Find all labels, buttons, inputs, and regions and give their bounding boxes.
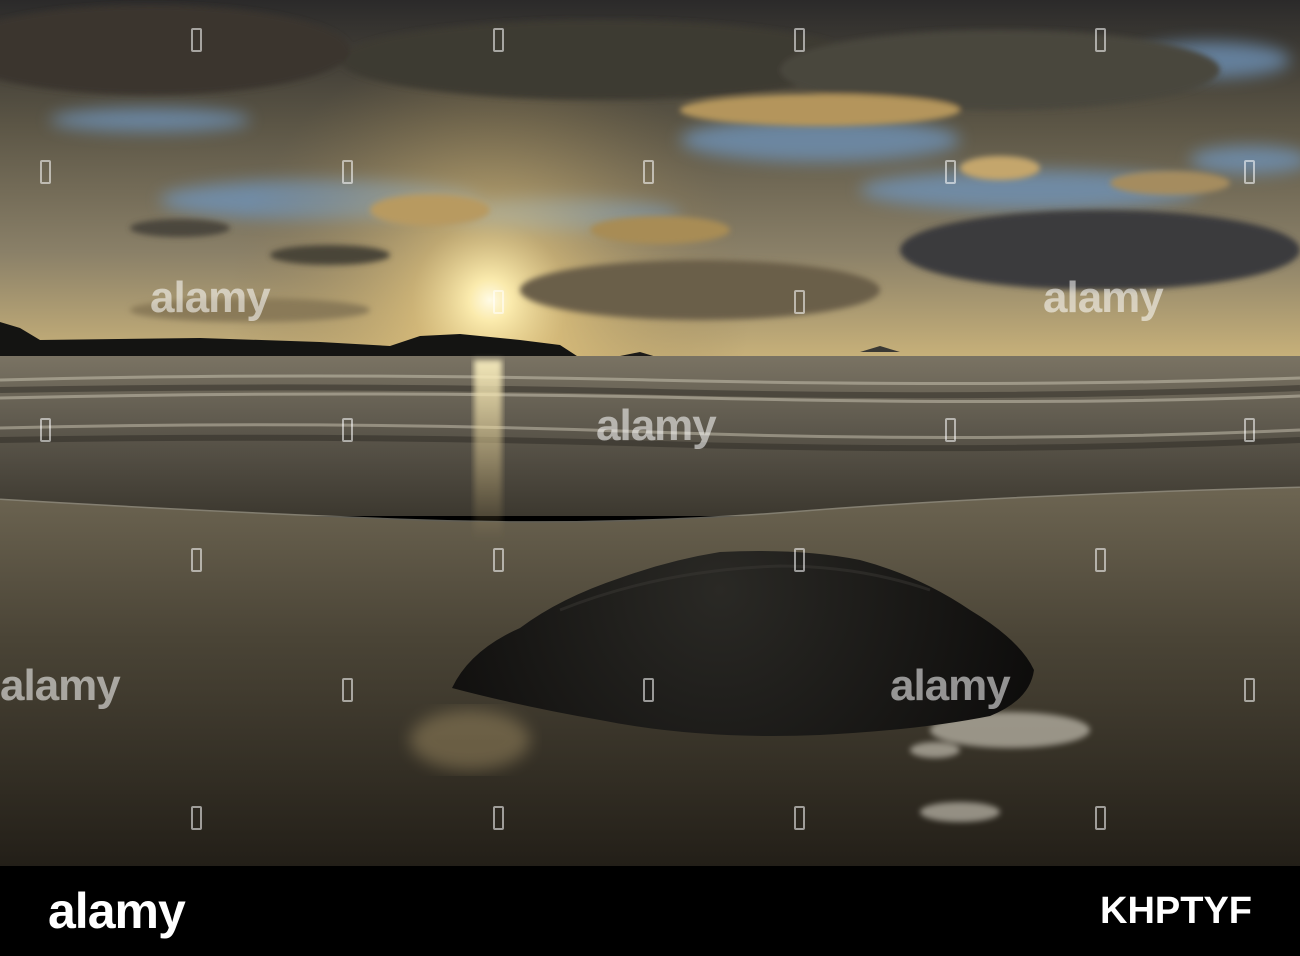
watermark-text: alamy xyxy=(0,661,121,710)
watermark-mark xyxy=(643,160,654,184)
watermark-text: alamy xyxy=(1043,273,1164,322)
watermark-mark xyxy=(493,806,504,830)
watermark-mark xyxy=(794,806,805,830)
watermark-mark xyxy=(493,290,504,314)
watermark-mark xyxy=(1244,418,1255,442)
watermark-mark xyxy=(1244,678,1255,702)
footer-bar: alamy KHPTYF xyxy=(0,866,1300,956)
watermark-mark xyxy=(945,418,956,442)
watermark-mark xyxy=(493,28,504,52)
watermark-mark xyxy=(945,160,956,184)
watermark-mark xyxy=(342,160,353,184)
watermark-mark xyxy=(191,548,202,572)
watermark-mark xyxy=(493,548,504,572)
watermark-mark xyxy=(40,160,51,184)
watermark-mark xyxy=(40,418,51,442)
watermark-text: alamy xyxy=(596,401,717,450)
watermark-mark xyxy=(1244,160,1255,184)
watermark-mark xyxy=(1095,28,1106,52)
image-id: KHPTYF xyxy=(1100,890,1252,932)
watermark-mark xyxy=(1095,548,1106,572)
alamy-logo: alamy xyxy=(48,883,186,939)
watermark-mark xyxy=(342,418,353,442)
watermark-mark xyxy=(794,548,805,572)
watermark-text: alamy xyxy=(150,273,271,322)
watermark-mark xyxy=(794,28,805,52)
watermark-mark xyxy=(1095,806,1106,830)
watermark-mark xyxy=(794,290,805,314)
watermark-mark xyxy=(191,28,202,52)
watermark-text: alamy xyxy=(890,661,1011,710)
stock-photo-page: alamy alamy alamy alamy alamy alamy KHPT… xyxy=(0,0,1300,956)
watermark-mark xyxy=(342,678,353,702)
watermark-mark xyxy=(191,806,202,830)
watermark-mark xyxy=(643,678,654,702)
